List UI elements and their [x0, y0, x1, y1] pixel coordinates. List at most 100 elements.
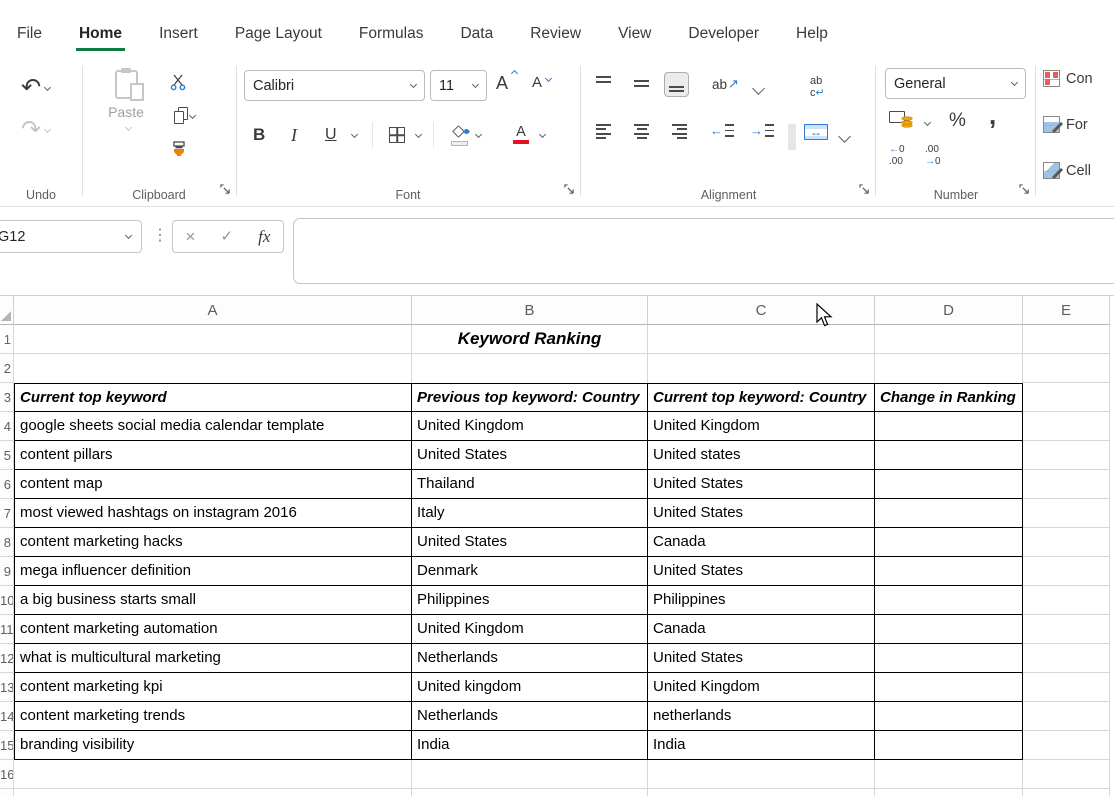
comma-style-button[interactable]: , — [989, 110, 996, 120]
cell-D7[interactable] — [875, 499, 1023, 528]
column-header-C[interactable]: C — [648, 296, 875, 325]
cell-B10[interactable]: Philippines — [412, 586, 648, 615]
cell-D11[interactable] — [875, 615, 1023, 644]
tab-data[interactable]: Data — [457, 19, 496, 51]
redo-button[interactable]: ↷ — [16, 114, 55, 146]
increase-indent-button[interactable]: → — [746, 120, 778, 141]
cell-E15[interactable] — [1023, 731, 1110, 760]
cell-D1[interactable] — [875, 325, 1023, 354]
undo-button[interactable]: ↶ — [16, 72, 55, 104]
cell-C9[interactable]: United States — [648, 557, 875, 586]
cell-C17[interactable] — [648, 789, 875, 796]
format-painter-button[interactable] — [165, 137, 193, 162]
cell-C11[interactable]: Canada — [648, 615, 875, 644]
tab-help[interactable]: Help — [793, 19, 831, 51]
column-header-A[interactable]: A — [14, 296, 412, 325]
cell-D8[interactable] — [875, 528, 1023, 557]
increase-font-size-button[interactable]: A — [496, 74, 508, 94]
column-header-B[interactable]: B — [412, 296, 648, 325]
cell-E4[interactable] — [1023, 412, 1110, 441]
row-header-5[interactable]: 5 — [0, 441, 14, 470]
align-right-button[interactable] — [668, 120, 691, 143]
cell-B1[interactable]: Keyword Ranking — [412, 325, 648, 354]
cell-B3[interactable]: Previous top keyword: Country — [412, 383, 648, 412]
number-dialog-launcher[interactable] — [1019, 182, 1030, 200]
formula-input[interactable] — [293, 218, 1114, 284]
cell-C12[interactable]: United States — [648, 644, 875, 673]
row-header-3[interactable]: 3 — [0, 383, 14, 412]
cut-button[interactable] — [165, 70, 191, 95]
align-top-button[interactable] — [592, 72, 615, 95]
row-header-9[interactable]: 9 — [0, 557, 14, 586]
cell-D14[interactable] — [875, 702, 1023, 731]
row-header-2[interactable]: 2 — [0, 354, 14, 383]
cell-B8[interactable]: United States — [412, 528, 648, 557]
cell-A13[interactable]: content marketing kpi — [14, 673, 412, 702]
cell-E7[interactable] — [1023, 499, 1110, 528]
row-header-1[interactable]: 1 — [0, 325, 14, 354]
cell-A16[interactable] — [14, 760, 412, 789]
cell-A11[interactable]: content marketing automation — [14, 615, 412, 644]
cell-C1[interactable] — [648, 325, 875, 354]
increase-decimal-button[interactable]: ←0.00 — [889, 144, 905, 168]
enter-button[interactable]: ✓ — [221, 229, 234, 244]
font-color-button[interactable]: A — [508, 122, 534, 149]
tab-insert[interactable]: Insert — [156, 19, 201, 51]
cell-E1[interactable] — [1023, 325, 1110, 354]
cell-B13[interactable]: United kingdom — [412, 673, 648, 702]
row-header-17[interactable]: 17 — [0, 789, 14, 796]
cell-E8[interactable] — [1023, 528, 1110, 557]
row-header-15[interactable]: 15 — [0, 731, 14, 760]
fill-color-button[interactable] — [444, 121, 475, 150]
cell-A14[interactable]: content marketing trends — [14, 702, 412, 731]
wrap-text-button[interactable]: ab c↵ — [806, 72, 829, 103]
cell-A2[interactable] — [14, 354, 412, 383]
formula-bar-handle[interactable]: ⋮ — [152, 225, 168, 245]
cell-E12[interactable] — [1023, 644, 1110, 673]
row-header-8[interactable]: 8 — [0, 528, 14, 557]
decrease-indent-button[interactable]: ← — [706, 120, 738, 141]
cell-B17[interactable] — [412, 789, 648, 796]
cell-E5[interactable] — [1023, 441, 1110, 470]
select-all-corner[interactable] — [0, 296, 14, 325]
align-middle-button[interactable] — [630, 72, 653, 95]
paste-button[interactable]: Paste — [100, 70, 152, 132]
cell-A17[interactable] — [14, 789, 412, 796]
italic-button[interactable]: I — [286, 121, 302, 150]
cell-D9[interactable] — [875, 557, 1023, 586]
cell-A5[interactable]: content pillars — [14, 441, 412, 470]
column-header-E[interactable]: E — [1023, 296, 1110, 325]
cell-B5[interactable]: United States — [412, 441, 648, 470]
cell-A15[interactable]: branding visibility — [14, 731, 412, 760]
orientation-button[interactable]: ab ↗ — [708, 72, 743, 96]
cell-A7[interactable]: most viewed hashtags on instagram 2016 — [14, 499, 412, 528]
cell-A6[interactable]: content map — [14, 470, 412, 499]
cell-E6[interactable] — [1023, 470, 1110, 499]
bold-button[interactable]: B — [248, 121, 270, 149]
cell-A3[interactable]: Current top keyword — [14, 383, 412, 412]
cell-B12[interactable]: Netherlands — [412, 644, 648, 673]
cancel-button[interactable]: × — [186, 228, 196, 245]
align-left-button[interactable] — [592, 120, 615, 143]
cell-D16[interactable] — [875, 760, 1023, 789]
cell-B4[interactable]: United Kingdom — [412, 412, 648, 441]
cell-E9[interactable] — [1023, 557, 1110, 586]
merge-center-button[interactable]: ↔ — [800, 120, 832, 144]
decrease-decimal-button[interactable]: .00→0 — [925, 144, 941, 168]
cell-B15[interactable]: India — [412, 731, 648, 760]
cell-C4[interactable]: United Kingdom — [648, 412, 875, 441]
cell-C6[interactable]: United States — [648, 470, 875, 499]
row-header-6[interactable]: 6 — [0, 470, 14, 499]
cell-C8[interactable]: Canada — [648, 528, 875, 557]
number-format-select[interactable]: General — [885, 68, 1026, 99]
cell-C10[interactable]: Philippines — [648, 586, 875, 615]
cell-A1[interactable] — [14, 325, 412, 354]
row-header-11[interactable]: 11 — [0, 615, 14, 644]
cell-D12[interactable] — [875, 644, 1023, 673]
cell-B7[interactable]: Italy — [412, 499, 648, 528]
tab-developer[interactable]: Developer — [685, 19, 762, 51]
row-header-4[interactable]: 4 — [0, 412, 14, 441]
row-header-7[interactable]: 7 — [0, 499, 14, 528]
cell-B14[interactable]: Netherlands — [412, 702, 648, 731]
tab-page-layout[interactable]: Page Layout — [232, 19, 325, 51]
